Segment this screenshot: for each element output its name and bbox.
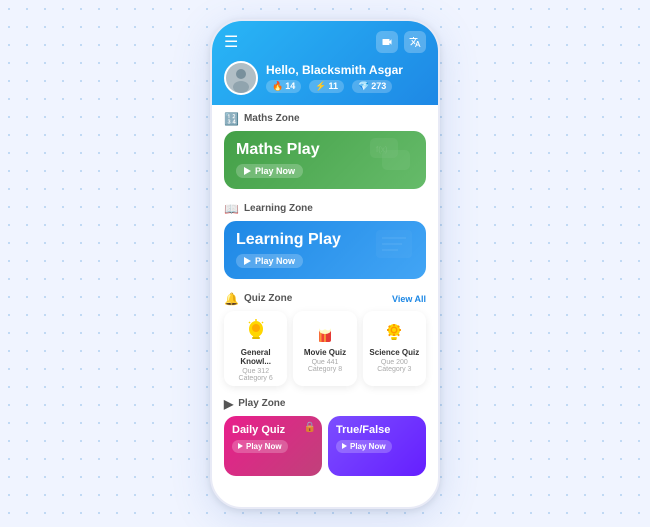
avatar bbox=[224, 61, 258, 95]
learning-zone-label: 📖 Learning Zone bbox=[224, 202, 426, 216]
quiz-zone-header: 🔔 Quiz Zone View All bbox=[224, 292, 426, 306]
science-quiz-title: Science Quiz bbox=[369, 348, 419, 357]
movie-quiz-sub: Que 441 Category 8 bbox=[297, 359, 352, 373]
maths-zone-section: 🔢 Maths Zone Maths Play Play Now f(x) bbox=[212, 105, 438, 195]
quiz-card-general[interactable]: General Knowl... Que 312 Category 6 bbox=[224, 311, 287, 386]
camera-icon-btn[interactable] bbox=[376, 31, 398, 53]
quiz-zone-label: 🔔 Quiz Zone bbox=[224, 292, 292, 306]
play-zone-label: ▶ Play Zone bbox=[224, 397, 426, 411]
play-triangle-icon2 bbox=[244, 257, 251, 265]
quiz-card-science[interactable]: Science Quiz Que 200 Category 3 bbox=[363, 311, 426, 386]
learning-card-decoration bbox=[372, 228, 416, 272]
gem-icon: 💎 bbox=[358, 81, 369, 92]
translate-icon-btn[interactable] bbox=[404, 31, 426, 53]
daily-quiz-title: Daily Quiz bbox=[232, 424, 314, 436]
bolt-icon: ⚡ bbox=[315, 81, 326, 92]
general-quiz-icon bbox=[242, 317, 270, 345]
header: ☰ Hello, Blacksmith Asgar bbox=[212, 21, 438, 105]
general-quiz-sub: Que 312 Category 6 bbox=[228, 368, 283, 382]
maths-play-button[interactable]: Play Now bbox=[236, 164, 303, 178]
play-triangle-icon4 bbox=[342, 443, 347, 449]
true-false-title: True/False bbox=[336, 424, 418, 436]
quiz-zone-text: Quiz Zone bbox=[244, 293, 292, 304]
phone-frame: ☰ Hello, Blacksmith Asgar bbox=[210, 19, 440, 509]
play-zone-section: ▶ Play Zone Daily Quiz 🔒 Play Now True/F… bbox=[212, 390, 438, 480]
true-false-play-label: Play Now bbox=[350, 442, 386, 451]
movie-quiz-icon bbox=[311, 317, 339, 345]
quiz-card-movie[interactable]: Movie Quiz Que 441 Category 8 bbox=[293, 311, 356, 386]
learning-icon: 📖 bbox=[224, 202, 239, 216]
learning-play-card[interactable]: Learning Play Play Now bbox=[224, 221, 426, 279]
play-triangle-icon bbox=[244, 167, 251, 175]
maths-icon: 🔢 bbox=[224, 112, 239, 126]
play-zone-text: Play Zone bbox=[238, 398, 285, 409]
movie-quiz-title: Movie Quiz bbox=[304, 348, 346, 357]
play-zone-icon: ▶ bbox=[224, 397, 233, 411]
true-false-card[interactable]: True/False Play Now bbox=[328, 416, 426, 476]
stat-fire: 🔥 14 bbox=[266, 80, 301, 93]
true-false-play-button[interactable]: Play Now bbox=[336, 440, 392, 453]
quiz-cards-row: General Knowl... Que 312 Category 6 bbox=[224, 311, 426, 386]
daily-quiz-play-button[interactable]: Play Now bbox=[232, 440, 288, 453]
bolt-value: 11 bbox=[328, 81, 338, 91]
fire-value: 14 bbox=[285, 81, 295, 91]
science-quiz-icon bbox=[380, 317, 408, 345]
header-top: ☰ bbox=[224, 31, 426, 53]
profile-row: Hello, Blacksmith Asgar 🔥 14 ⚡ 11 💎 273 bbox=[224, 61, 426, 95]
general-quiz-title: General Knowl... bbox=[228, 348, 283, 366]
svg-text:f(x): f(x) bbox=[376, 145, 388, 154]
maths-zone-text: Maths Zone bbox=[244, 113, 300, 124]
learning-play-label: Play Now bbox=[255, 256, 295, 266]
greeting-text: Hello, Blacksmith Asgar bbox=[266, 63, 403, 77]
gem-value: 273 bbox=[371, 81, 386, 91]
header-icons bbox=[376, 31, 426, 53]
learning-zone-section: 📖 Learning Zone Learning Play Play Now bbox=[212, 195, 438, 285]
quiz-icon: 🔔 bbox=[224, 292, 239, 306]
maths-zone-label: 🔢 Maths Zone bbox=[224, 112, 426, 126]
maths-card-decoration: f(x) bbox=[368, 136, 416, 184]
daily-quiz-play-label: Play Now bbox=[246, 442, 282, 451]
maths-play-label: Play Now bbox=[255, 166, 295, 176]
stats-row: 🔥 14 ⚡ 11 💎 273 bbox=[266, 80, 403, 93]
hamburger-menu[interactable]: ☰ bbox=[224, 32, 238, 52]
fire-icon: 🔥 bbox=[272, 81, 283, 92]
stat-gem: 💎 273 bbox=[352, 80, 392, 93]
learning-play-button[interactable]: Play Now bbox=[236, 254, 303, 268]
science-quiz-sub: Que 200 Category 3 bbox=[367, 359, 422, 373]
play-zone-cards: Daily Quiz 🔒 Play Now True/False Play No… bbox=[224, 416, 426, 476]
daily-quiz-card[interactable]: Daily Quiz 🔒 Play Now bbox=[224, 416, 322, 476]
learning-zone-text: Learning Zone bbox=[244, 203, 313, 214]
view-all-button[interactable]: View All bbox=[392, 294, 426, 304]
lock-icon: 🔒 bbox=[304, 422, 316, 433]
stat-bolt: ⚡ 11 bbox=[309, 80, 344, 93]
maths-play-card[interactable]: Maths Play Play Now f(x) bbox=[224, 131, 426, 189]
play-triangle-icon3 bbox=[238, 443, 243, 449]
quiz-zone-section: 🔔 Quiz Zone View All bbox=[212, 285, 438, 390]
profile-info: Hello, Blacksmith Asgar 🔥 14 ⚡ 11 💎 273 bbox=[266, 63, 403, 93]
